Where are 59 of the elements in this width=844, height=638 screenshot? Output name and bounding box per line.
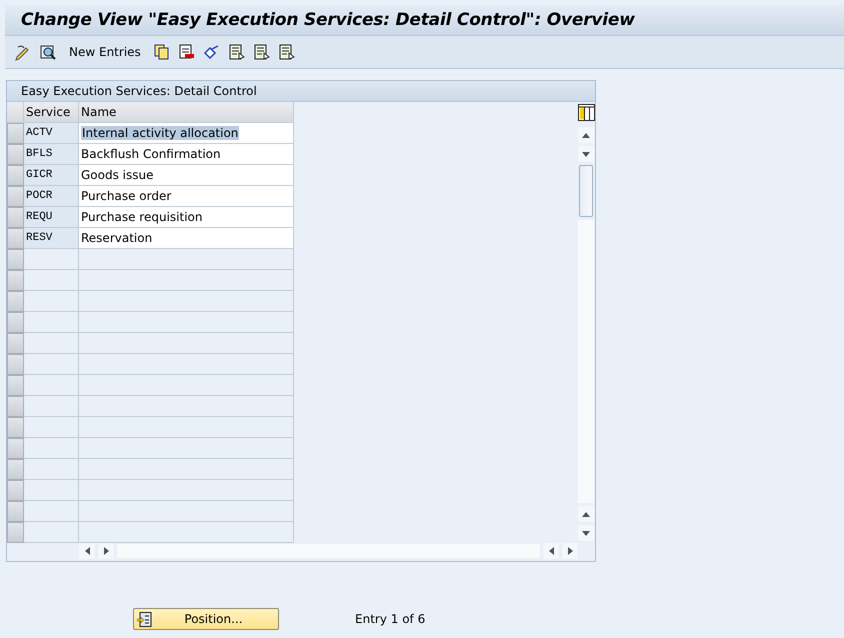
table-cell: POCR: [24, 186, 79, 207]
table-cell: BFLS: [24, 144, 79, 165]
column-header[interactable]: Name: [79, 102, 294, 123]
row-selector[interactable]: [7, 480, 24, 501]
scroll-right-icon[interactable]: [98, 543, 114, 559]
column-header[interactable]: Service: [24, 102, 79, 123]
column-settings-icon[interactable]: [578, 104, 594, 124]
table-cell: GICR: [24, 165, 79, 186]
delete-row-icon[interactable]: [178, 44, 195, 60]
row-selector[interactable]: [7, 438, 24, 459]
new-entries-button[interactable]: New Entries: [65, 45, 145, 59]
row-selector[interactable]: [7, 417, 24, 438]
scroll-left-icon[interactable]: [79, 543, 95, 559]
table-cell: ACTV: [24, 123, 79, 144]
document-arrow-icon[interactable]: [228, 44, 245, 60]
window-title: Change View "Easy Execution Services: Detail Control": Overview: [20, 9, 635, 30]
row-selector[interactable]: [7, 207, 24, 228]
magnifier-icon[interactable]: [40, 44, 57, 60]
row-selector[interactable]: [7, 165, 24, 186]
select-all-header[interactable]: [7, 102, 24, 123]
row-selector[interactable]: [7, 354, 24, 375]
row-selector[interactable]: [7, 270, 24, 291]
scroll-up-icon[interactable]: [578, 127, 594, 143]
row-selector[interactable]: [7, 144, 24, 165]
row-selector[interactable]: [7, 396, 24, 417]
copy-icon[interactable]: [152, 44, 170, 60]
row-selector[interactable]: [7, 291, 24, 312]
document-arrow-icon[interactable]: [278, 44, 295, 60]
position-icon: [137, 612, 152, 626]
scroll-down-icon[interactable]: [578, 146, 594, 162]
scroll-right-icon[interactable]: [562, 543, 578, 559]
row-selector[interactable]: [7, 249, 24, 270]
row-selector[interactable]: [7, 123, 24, 144]
row-selector[interactable]: [7, 522, 24, 543]
scrollbar-track[interactable]: [578, 220, 594, 503]
table-cell: RESV: [24, 228, 79, 249]
table-cell: Purchase order: [79, 186, 294, 207]
table-cell: Backflush Confirmation: [79, 144, 294, 165]
table-title: Easy Execution Services: Detail Control: [7, 81, 595, 102]
table-cell: Internal activity allocation: [79, 123, 294, 144]
table-cell: Reservation: [79, 228, 294, 249]
scroll-left-icon[interactable]: [543, 543, 559, 559]
row-selector[interactable]: [7, 228, 24, 249]
table-cell: REQU: [24, 207, 79, 228]
row-selector[interactable]: [7, 186, 24, 207]
scrollbar-thumb[interactable]: [579, 165, 593, 217]
row-selector[interactable]: [7, 333, 24, 354]
row-selector[interactable]: [7, 312, 24, 333]
scroll-up-icon[interactable]: [578, 506, 594, 522]
entry-count: Entry 1 of 6: [355, 612, 426, 626]
position-button[interactable]: Position...: [133, 608, 279, 630]
row-selector[interactable]: [7, 501, 24, 522]
scroll-down-icon[interactable]: [578, 525, 594, 541]
horizontal-scrollbar[interactable]: [117, 544, 540, 558]
table-cell: Goods issue: [79, 165, 294, 186]
row-selector[interactable]: [7, 375, 24, 396]
table-cell: Purchase requisition: [79, 207, 294, 228]
row-selector[interactable]: [7, 459, 24, 480]
document-arrow-icon[interactable]: [252, 44, 270, 60]
